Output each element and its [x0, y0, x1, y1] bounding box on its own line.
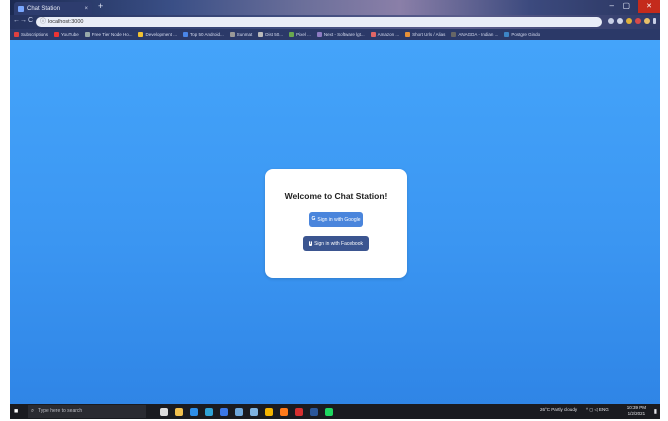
bookmark-favicon-icon	[138, 32, 144, 37]
bookmark-item[interactable]: Postgre Gindo	[504, 32, 540, 37]
maximize-button[interactable]: ▢	[622, 1, 630, 10]
bookmark-favicon-icon	[258, 32, 264, 37]
notification-icon[interactable]: ▮	[654, 408, 657, 415]
bookmarks-bar: Subscriptions YouTube Free Tier Node Ho...…	[10, 29, 660, 40]
system-tray[interactable]: ^ ◻ ◁ ENG	[586, 407, 609, 413]
bookmark-favicon-icon	[451, 32, 457, 37]
bookmark-label: Development ...	[145, 32, 177, 37]
minimize-button[interactable]: –	[610, 1, 614, 10]
bookmark-favicon-icon	[289, 32, 295, 37]
bookmark-label: Dist 50...	[265, 32, 284, 37]
bookmark-label: Next - Software lgt...	[323, 32, 365, 37]
bookmark-label: YouTube	[61, 32, 79, 37]
store-icon[interactable]	[220, 408, 228, 416]
windows-start-icon[interactable]: ■	[14, 408, 18, 415]
bookmark-item[interactable]: Pixel ...	[289, 32, 311, 37]
taskbar: ■ ⌕ Type here to search 26°C Partly clou…	[10, 404, 660, 419]
clock-date: 1/2/2021	[627, 411, 646, 416]
address-url: localhost:3000	[48, 19, 84, 25]
login-card: Welcome to Chat Station! G Sign in with …	[265, 169, 407, 278]
spotify-icon[interactable]	[325, 408, 333, 416]
bookmark-label: Pixel ...	[296, 32, 311, 37]
reload-button[interactable]: C	[28, 17, 33, 24]
google-button-label: Sign in with Google	[317, 216, 361, 223]
facebook-icon: f	[309, 240, 313, 246]
browser-tab[interactable]: Chat Station ×	[14, 2, 92, 15]
info-icon[interactable]: ⓘ	[40, 17, 46, 27]
tab-title: Chat Station	[27, 5, 61, 12]
bookmark-star-icon[interactable]	[617, 18, 623, 24]
calendar-icon[interactable]	[235, 408, 243, 416]
bookmark-favicon-icon	[84, 32, 90, 37]
vscode-icon[interactable]	[190, 408, 198, 416]
extension-icon[interactable]	[635, 18, 641, 24]
back-button[interactable]: ←	[13, 17, 20, 24]
tab-close-icon[interactable]: ×	[84, 6, 88, 12]
bookmark-favicon-icon	[54, 32, 60, 37]
new-tab-button[interactable]: +	[98, 1, 103, 11]
bookmark-label: Sunmat	[236, 32, 253, 37]
menu-icon[interactable]	[653, 18, 656, 24]
google-icon: G	[311, 216, 316, 222]
bookmark-favicon-icon	[504, 32, 510, 37]
photos-icon[interactable]	[250, 408, 258, 416]
bookmark-label: Free Tier Node Ho...	[91, 32, 133, 37]
page-title: Welcome to Chat Station!	[284, 191, 388, 201]
file-explorer-icon[interactable]	[175, 408, 183, 416]
bookmark-favicon-icon	[14, 32, 19, 37]
bookmark-item[interactable]: Development ...	[138, 32, 177, 37]
bookmark-item[interactable]: Short Urls / Alias	[405, 32, 445, 37]
media-icon[interactable]	[295, 408, 303, 416]
bookmark-label: Top 50 Android...	[190, 32, 224, 37]
taskbar-clock[interactable]: 10:39 PM 1/2/2021	[627, 405, 646, 417]
edge-icon[interactable]	[205, 408, 213, 416]
bookmark-item[interactable]: ANAGDA - Indian ...	[451, 32, 498, 37]
word-icon[interactable]	[310, 408, 318, 416]
bookmark-favicon-icon	[370, 32, 376, 37]
bookmark-item[interactable]: Subscriptions	[14, 32, 48, 37]
taskbar-search[interactable]: ⌕ Type here to search	[28, 405, 146, 418]
facebook-button-label: Sign in with Facebook	[314, 240, 363, 247]
tab-favicon-icon	[18, 5, 24, 12]
browser-toolbar: ← → C ⓘ localhost:3000	[10, 15, 660, 29]
forward-button[interactable]: →	[20, 17, 27, 24]
bookmark-item[interactable]: Top 50 Android...	[183, 32, 224, 37]
chrome-icon[interactable]	[265, 408, 273, 416]
extension-icon[interactable]	[626, 18, 632, 24]
bookmark-favicon-icon	[183, 32, 188, 37]
close-window-button[interactable]: ✕	[638, 0, 660, 13]
browser-titlebar: Chat Station × + – ▢ ✕	[10, 0, 660, 15]
bookmark-label: Amazon ...	[377, 32, 400, 37]
bookmark-item[interactable]: YouTube	[54, 32, 79, 37]
bookmark-favicon-icon	[405, 32, 411, 37]
bookmark-label: Short Urls / Alias	[412, 32, 446, 37]
weather-widget[interactable]: 26°C Partly cloudy	[540, 407, 577, 412]
sign-in-google-button[interactable]: G Sign in with Google	[309, 212, 363, 227]
task-view-icon[interactable]	[160, 408, 168, 416]
bookmark-item[interactable]: Free Tier Node Ho...	[84, 32, 133, 37]
bookmark-item[interactable]: Amazon ...	[370, 32, 400, 37]
page-viewport: Welcome to Chat Station! G Sign in with …	[10, 40, 660, 404]
bookmark-favicon-icon	[229, 32, 235, 37]
search-icon: ⌕	[31, 408, 35, 414]
bookmark-favicon-icon	[316, 32, 322, 37]
screen: Chat Station × + – ▢ ✕ ← → C ⓘ localhost…	[10, 0, 660, 421]
firefox-icon[interactable]	[280, 408, 288, 416]
bookmark-label: Postgre Gindo	[511, 32, 541, 37]
address-bar[interactable]: ⓘ localhost:3000	[36, 17, 602, 27]
share-icon[interactable]	[608, 18, 614, 24]
sign-in-facebook-button[interactable]: f Sign in with Facebook	[303, 236, 369, 251]
bookmark-label: ANAGDA - Indian ...	[458, 32, 499, 37]
bookmark-item[interactable]: Dist 50...	[258, 32, 283, 37]
bookmark-label: Subscriptions	[21, 32, 49, 37]
search-placeholder: Type here to search	[38, 408, 83, 414]
profile-avatar-icon[interactable]	[644, 18, 650, 24]
bookmark-item[interactable]: Next - Software lgt...	[316, 32, 365, 37]
bookmark-item[interactable]: Sunmat	[229, 32, 253, 37]
